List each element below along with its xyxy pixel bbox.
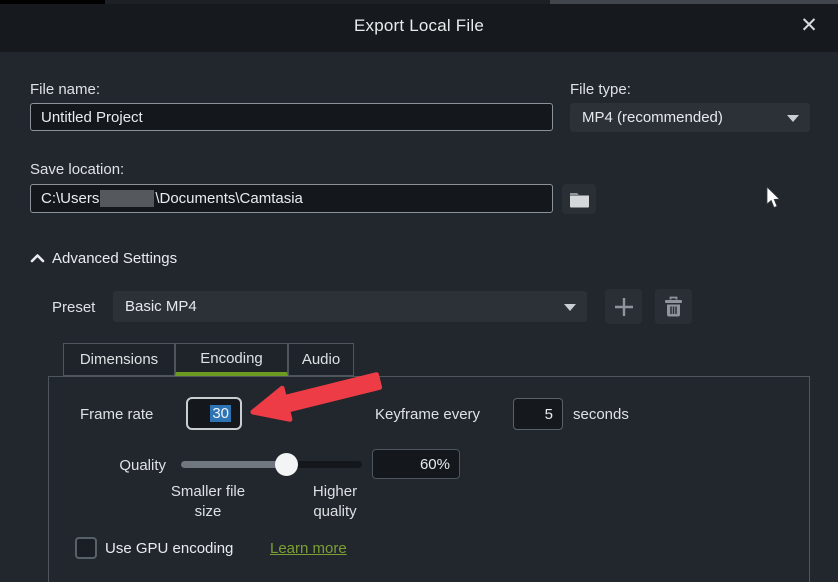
quality-slider[interactable] bbox=[181, 461, 362, 468]
preset-label: Preset bbox=[52, 299, 95, 316]
trash-icon bbox=[664, 296, 683, 317]
dialog-title: Export Local File bbox=[0, 16, 838, 36]
gpu-encoding-label: Use GPU encoding bbox=[105, 540, 233, 557]
quality-value: 60% bbox=[420, 456, 450, 473]
file-name-label: File name: bbox=[30, 81, 100, 98]
keyframe-input[interactable]: 5 bbox=[513, 398, 563, 430]
background-window-strip bbox=[0, 0, 105, 4]
dialog-titlebar: Export Local File ✕ bbox=[0, 0, 838, 52]
tab-audio[interactable]: Audio bbox=[288, 343, 354, 376]
close-icon[interactable]: ✕ bbox=[796, 13, 822, 39]
file-name-input[interactable] bbox=[30, 103, 553, 131]
file-type-label: File type: bbox=[570, 81, 631, 98]
learn-more-link[interactable]: Learn more bbox=[270, 540, 347, 557]
delete-preset-button[interactable] bbox=[655, 289, 692, 324]
slider-min-label: Smaller file size bbox=[168, 482, 248, 522]
preset-value: Basic MP4 bbox=[125, 298, 197, 315]
keyframe-label: Keyframe every bbox=[375, 406, 480, 423]
save-location-label: Save location: bbox=[30, 161, 124, 178]
save-path-prefix: C:\Users bbox=[41, 190, 99, 207]
quality-slider-thumb[interactable] bbox=[275, 453, 298, 476]
tab-dimensions[interactable]: Dimensions bbox=[63, 343, 175, 376]
gpu-encoding-checkbox[interactable] bbox=[75, 537, 97, 559]
chevron-up-icon[interactable] bbox=[30, 253, 45, 263]
export-dialog: Export Local File ✕ File name: File type… bbox=[0, 0, 838, 582]
frame-rate-input[interactable]: 30 bbox=[186, 397, 242, 430]
folder-icon bbox=[569, 191, 590, 208]
background-window-strip bbox=[550, 0, 838, 4]
slider-max-label: Higher quality bbox=[295, 482, 375, 522]
advanced-settings-toggle[interactable]: Advanced Settings bbox=[52, 250, 177, 267]
file-type-dropdown[interactable]: MP4 (recommended) bbox=[570, 103, 810, 132]
background-window-strip bbox=[105, 0, 550, 4]
keyframe-value: 5 bbox=[545, 406, 553, 423]
preset-dropdown[interactable]: Basic MP4 bbox=[113, 291, 587, 322]
frame-rate-value: 30 bbox=[210, 405, 231, 422]
browse-folder-button[interactable] bbox=[562, 184, 596, 214]
mouse-cursor bbox=[766, 186, 782, 210]
plus-icon bbox=[613, 296, 635, 318]
file-type-value: MP4 (recommended) bbox=[582, 109, 723, 126]
frame-rate-label: Frame rate bbox=[80, 406, 153, 423]
save-path-suffix: \Documents\Camtasia bbox=[155, 190, 303, 207]
quality-value-box[interactable]: 60% bbox=[372, 449, 460, 479]
redacted-username bbox=[100, 190, 154, 207]
save-location-input[interactable]: C:\Users \Documents\Camtasia bbox=[30, 184, 553, 213]
chevron-down-icon bbox=[564, 304, 576, 311]
quality-label: Quality bbox=[113, 457, 166, 474]
quality-slider-fill bbox=[181, 461, 286, 468]
tab-encoding[interactable]: Encoding bbox=[175, 343, 288, 376]
keyframe-unit: seconds bbox=[573, 406, 629, 423]
add-preset-button[interactable] bbox=[605, 289, 642, 324]
chevron-down-icon bbox=[787, 115, 799, 122]
